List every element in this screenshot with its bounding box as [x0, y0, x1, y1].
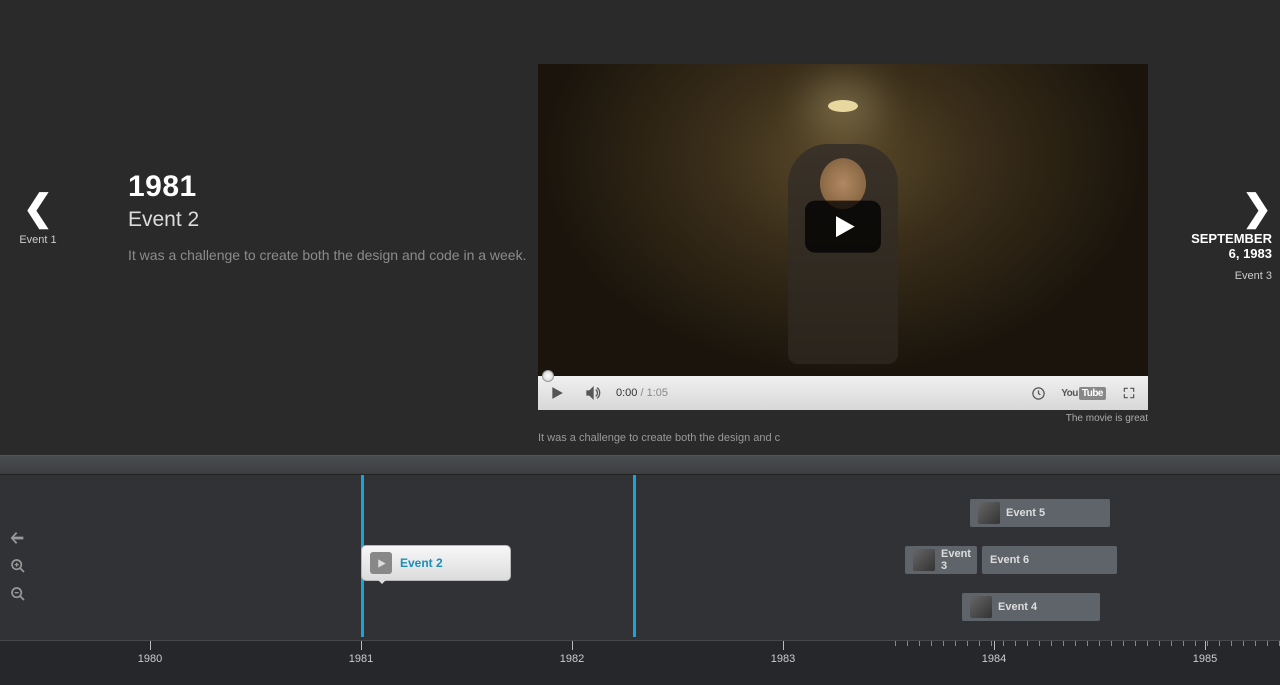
axis-minor-tick	[1183, 641, 1184, 646]
axis-minor-tick	[1087, 641, 1088, 646]
timeline-area: Event 2 Event 5 Event 3 Event 6 Event 4 1980…	[0, 475, 1280, 685]
fullscreen-icon	[1122, 386, 1136, 400]
volume-icon	[585, 385, 601, 401]
clock-icon	[1031, 386, 1046, 401]
axis-minor-tick	[1171, 641, 1172, 646]
axis-year-label: 1983	[771, 653, 795, 665]
axis-minor-tick	[1111, 641, 1112, 646]
timeline-marker	[633, 475, 636, 637]
timeline-event-label: Event 2	[400, 556, 443, 570]
axis-tick	[572, 641, 573, 650]
axis-minor-tick	[907, 641, 908, 646]
axis-minor-tick	[1267, 641, 1268, 646]
axis-tick	[150, 641, 151, 650]
prev-event-nav[interactable]: ❮ Event 1	[8, 190, 68, 246]
prev-event-label: Event 1	[8, 234, 68, 246]
timeline-event-box[interactable]: Event 4	[962, 593, 1100, 621]
video-credit: The movie is great	[538, 413, 1148, 424]
axis-tick	[1205, 641, 1206, 650]
event-title: Event 2	[128, 208, 528, 232]
axis-minor-tick	[1159, 641, 1160, 646]
axis-year-label: 1982	[560, 653, 584, 665]
axis-minor-tick	[1255, 641, 1256, 646]
timeline-event-label: Event 4	[998, 601, 1037, 613]
axis-minor-tick	[1207, 641, 1208, 646]
axis-minor-tick	[1195, 641, 1196, 646]
play-overlay-button[interactable]	[805, 201, 881, 253]
axis-minor-tick	[1063, 641, 1064, 646]
next-event-label: Event 3	[1177, 270, 1272, 282]
timeline-event-box[interactable]: Event 3	[905, 546, 977, 574]
chevron-right-icon: ❯	[1177, 190, 1272, 226]
event-thumb	[970, 596, 992, 618]
next-event-nav[interactable]: ❯ SEPTEMBER 6, 1983 Event 3	[1177, 190, 1272, 282]
axis-minor-tick	[1003, 641, 1004, 646]
axis-minor-tick	[967, 641, 968, 646]
axis-minor-tick	[955, 641, 956, 646]
video-frame: 0:00 / 1:05 YouTube	[538, 64, 1148, 410]
axis-minor-tick	[1135, 641, 1136, 646]
axis-minor-tick	[1027, 641, 1028, 646]
event-thumb	[978, 502, 1000, 524]
content-area: ❮ Event 1 ❯ SEPTEMBER 6, 1983 Event 3 19…	[0, 0, 1280, 455]
axis-minor-tick	[895, 641, 896, 646]
timeline-canvas[interactable]: Event 2 Event 5 Event 3 Event 6 Event 4	[0, 475, 1280, 640]
axis-minor-tick	[931, 641, 932, 646]
axis-minor-tick	[991, 641, 992, 646]
axis-minor-tick	[979, 641, 980, 646]
axis-year-label: 1984	[982, 653, 1006, 665]
timeline-event-flag[interactable]: Event 2	[361, 545, 511, 581]
axis-minor-tick	[1147, 641, 1148, 646]
watch-later-button[interactable]	[1025, 380, 1051, 406]
axis-tick	[994, 641, 995, 650]
time-current: 0:00	[616, 387, 637, 399]
time-display: 0:00 / 1:05	[616, 387, 668, 399]
axis-minor-tick	[1051, 641, 1052, 646]
axis-minor-tick	[1219, 641, 1220, 646]
axis-minor-tick	[1039, 641, 1040, 646]
chevron-left-icon: ❮	[8, 190, 68, 226]
axis-tick	[783, 641, 784, 650]
axis-year-label: 1981	[349, 653, 373, 665]
event-year: 1981	[128, 170, 528, 204]
timeline-event-label: Event 5	[1006, 507, 1045, 519]
scrubber-knob[interactable]	[542, 370, 554, 382]
timeline-event-box[interactable]: Event 6	[982, 546, 1117, 574]
video-container: 0:00 / 1:05 YouTube The movie is great I…	[538, 64, 1148, 444]
play-icon	[829, 213, 857, 241]
axis-minor-tick	[1243, 641, 1244, 646]
video-controls: 0:00 / 1:05 YouTube	[538, 376, 1148, 410]
axis-minor-tick	[1015, 641, 1016, 646]
next-event-date: SEPTEMBER 6, 1983	[1177, 232, 1272, 262]
event-description: It was a challenge to create both the de…	[128, 246, 528, 266]
volume-button[interactable]	[580, 380, 606, 406]
timeline-divider	[0, 455, 1280, 475]
video-caption: It was a challenge to create both the de…	[538, 432, 1148, 444]
fullscreen-button[interactable]	[1116, 380, 1142, 406]
axis-minor-tick	[1231, 641, 1232, 646]
timeline-event-box[interactable]: Event 5	[970, 499, 1110, 527]
event-thumb	[913, 549, 935, 571]
youtube-logo[interactable]: YouTube	[1061, 388, 1106, 399]
axis-minor-tick	[1123, 641, 1124, 646]
axis-minor-tick	[1099, 641, 1100, 646]
time-total: / 1:05	[640, 387, 668, 399]
axis-year-label: 1985	[1193, 653, 1217, 665]
event-detail: 1981 Event 2 It was a challenge to creat…	[128, 170, 528, 266]
play-button[interactable]	[544, 380, 570, 406]
play-icon	[550, 386, 564, 400]
axis-tick	[361, 641, 362, 650]
timeline-axis[interactable]: 1980 1981 1982 1983 1984 1985	[0, 640, 1280, 685]
play-icon	[370, 552, 392, 574]
axis-year-label: 1980	[138, 653, 162, 665]
timeline-event-label: Event 3	[941, 548, 971, 572]
axis-minor-tick	[919, 641, 920, 646]
axis-minor-tick	[1075, 641, 1076, 646]
timeline-event-label: Event 6	[990, 554, 1029, 566]
axis-minor-tick	[943, 641, 944, 646]
